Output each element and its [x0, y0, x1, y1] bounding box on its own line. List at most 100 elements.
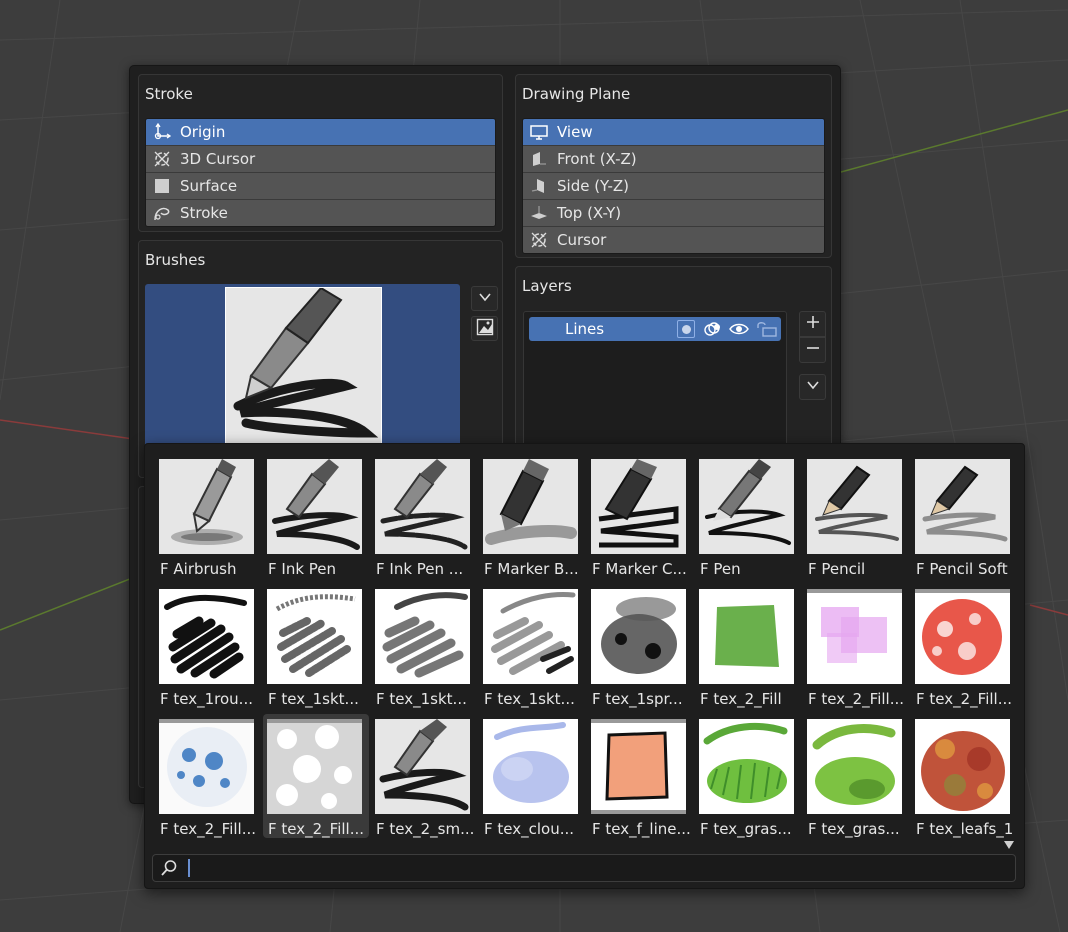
- brush-tile-tex-1spray[interactable]: F tex_1spr...: [587, 584, 693, 708]
- plane-cursor-option[interactable]: Cursor: [523, 227, 824, 253]
- brush-tile-tex-2-fill-red[interactable]: F tex_2_Fill...: [911, 584, 1017, 708]
- brush-label: F Marker C...: [592, 560, 687, 578]
- brush-thumbnail: [159, 589, 254, 684]
- brush-thumbnail: [267, 719, 362, 814]
- brush-label: F Marker B...: [484, 560, 579, 578]
- brush-label: F tex_f_line...: [592, 820, 691, 838]
- brush-tile-tex-2-fill[interactable]: F tex_2_Fill: [695, 584, 801, 708]
- brush-tile-pencil-soft[interactable]: F Pencil Soft: [911, 454, 1017, 578]
- brush-tile-ink-pen[interactable]: F Ink Pen: [263, 454, 369, 578]
- image-icon: [476, 318, 494, 340]
- drawing-plane-list: View Front (X-Z) Side (Y-Z) Top (X-Y) Cu…: [522, 118, 825, 254]
- brush-tile-pen[interactable]: F Pen: [695, 454, 801, 578]
- scroll-down-icon[interactable]: [1003, 836, 1015, 854]
- brush-thumbnail: [483, 719, 578, 814]
- brush-thumbnail: [375, 589, 470, 684]
- stroke-3d-cursor-label: 3D Cursor: [180, 150, 256, 168]
- brush-tile-tex-1sketch-b[interactable]: F tex_1skt...: [371, 584, 477, 708]
- brush-label: F tex_2_Fill...: [268, 820, 365, 838]
- plane-side-option[interactable]: Side (Y-Z): [523, 173, 824, 200]
- front-plane-icon: [529, 150, 549, 168]
- brush-dropdown-button[interactable]: [471, 286, 498, 311]
- brush-tile-tex-grass-b[interactable]: F tex_gras...: [803, 714, 909, 838]
- brush-tile-tex-leafs[interactable]: F tex_leafs_1: [911, 714, 1017, 838]
- brush-tile-tex-1sketch-a[interactable]: F tex_1skt...: [263, 584, 369, 708]
- remove-layer-button[interactable]: [799, 337, 826, 363]
- brush-label: F tex_2_sm...: [376, 820, 475, 838]
- brush-tile-marker-chisel[interactable]: F Marker C...: [587, 454, 693, 578]
- brush-thumbnail: [807, 719, 902, 814]
- plane-front-option[interactable]: Front (X-Z): [523, 146, 824, 173]
- layer-name: Lines: [565, 320, 605, 338]
- brush-tile-pencil[interactable]: F Pencil: [803, 454, 909, 578]
- layer-row-lines[interactable]: Lines: [529, 317, 781, 341]
- brush-thumbnail: [375, 459, 470, 554]
- brush-tile-tex-1sketch-c[interactable]: F tex_1skt...: [479, 584, 585, 708]
- drawing-plane-title: Drawing Plane: [522, 85, 631, 103]
- brush-label: F tex_1spr...: [592, 690, 683, 708]
- plus-icon: [806, 315, 820, 333]
- plane-cursor-label: Cursor: [557, 231, 607, 249]
- brush-tile-marker-bold[interactable]: F Marker B...: [479, 454, 585, 578]
- brush-thumbnail: [159, 719, 254, 814]
- brush-thumbnail: [699, 589, 794, 684]
- brush-label: F tex_2_Fill...: [160, 820, 257, 838]
- active-brush-preview[interactable]: [145, 284, 460, 446]
- drawing-plane-section: Drawing Plane View Front (X-Z) Side (Y-Z…: [515, 74, 832, 258]
- brush-tile-airbrush[interactable]: F Airbrush: [155, 454, 261, 578]
- brush-image-button[interactable]: [471, 316, 498, 341]
- brush-tile-tex-1round[interactable]: F tex_1rou...: [155, 584, 261, 708]
- brush-tile-tex-grass-a[interactable]: F tex_gras...: [695, 714, 801, 838]
- brush-tile-tex-cloud[interactable]: F tex_clou...: [479, 714, 585, 838]
- brush-label: F tex_1skt...: [484, 690, 575, 708]
- stroke-origin-option[interactable]: Origin: [146, 119, 495, 146]
- onion-skin-icon[interactable]: [703, 321, 723, 337]
- brush-label: F tex_2_Fill: [700, 690, 782, 708]
- brush-label: F Airbrush: [160, 560, 237, 578]
- brush-tile-ink-pen-rough[interactable]: F Ink Pen ...: [371, 454, 477, 578]
- brush-thumbnail: [915, 719, 1010, 814]
- stroke-stroke-option[interactable]: Stroke: [146, 200, 495, 226]
- top-plane-icon: [529, 204, 549, 222]
- brush-search-field[interactable]: [152, 854, 1016, 882]
- view-icon: [529, 123, 549, 141]
- brushes-title: Brushes: [145, 251, 206, 269]
- minus-icon: [806, 341, 820, 359]
- chevron-down-icon: [478, 290, 492, 308]
- plane-front-label: Front (X-Z): [557, 150, 637, 168]
- brush-search-input[interactable]: [193, 857, 997, 879]
- brush-label: F Pencil: [808, 560, 866, 578]
- plane-view-option[interactable]: View: [523, 119, 824, 146]
- eye-icon[interactable]: [729, 322, 749, 336]
- stroke-3d-cursor-option[interactable]: 3D Cursor: [146, 146, 495, 173]
- unlock-icon[interactable]: [756, 321, 778, 337]
- brush-browser-popup: F Airbrush F Ink Pen F Ink Pen ... F Mar…: [144, 443, 1025, 889]
- plane-side-label: Side (Y-Z): [557, 177, 629, 195]
- brush-tile-tex-f-line[interactable]: F tex_f_line...: [587, 714, 693, 838]
- brush-label: F Ink Pen ...: [376, 560, 464, 578]
- brush-thumbnail: [915, 589, 1010, 684]
- add-layer-button[interactable]: [799, 311, 826, 337]
- layer-specials-button[interactable]: [799, 374, 826, 400]
- chevron-down-icon: [806, 378, 820, 396]
- search-icon: [160, 859, 178, 881]
- layer-color-swatch[interactable]: [677, 320, 695, 338]
- stroke-surface-option[interactable]: Surface: [146, 173, 495, 200]
- brush-tile-tex-2-fill-blue[interactable]: F tex_2_Fill...: [155, 714, 261, 838]
- plane-top-option[interactable]: Top (X-Y): [523, 200, 824, 227]
- stroke-stroke-label: Stroke: [180, 204, 228, 222]
- brush-label: F tex_gras...: [700, 820, 792, 838]
- brush-thumbnail: [699, 719, 794, 814]
- brush-tile-tex-2-fill-violet[interactable]: F tex_2_Fill...: [803, 584, 909, 708]
- brush-label: F Pencil Soft: [916, 560, 1008, 578]
- brush-label: F tex_2_Fill...: [916, 690, 1013, 708]
- surface-icon: [152, 177, 172, 195]
- brush-thumbnail: [375, 719, 470, 814]
- brush-tile-tex-2-fill-white[interactable]: F tex_2_Fill...: [263, 714, 369, 838]
- brush-label: F tex_1skt...: [268, 690, 359, 708]
- brush-thumbnail: [267, 589, 362, 684]
- brush-tile-tex-2-smooth[interactable]: F tex_2_sm...: [371, 714, 477, 838]
- cursor-icon: [529, 231, 549, 249]
- stroke-icon: [152, 204, 172, 222]
- origin-icon: [152, 123, 172, 141]
